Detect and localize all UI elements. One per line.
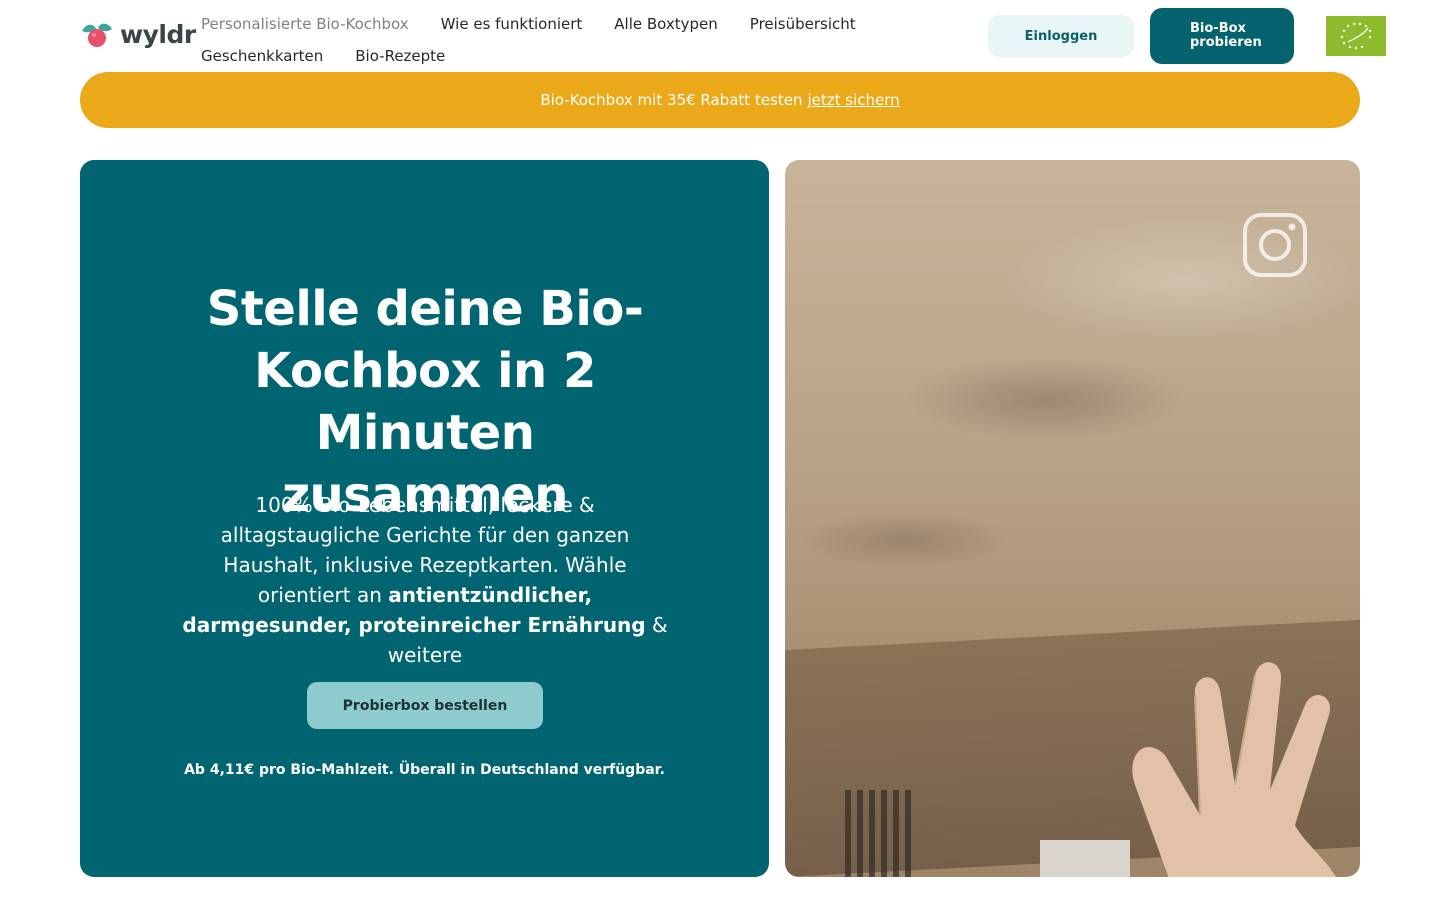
nav-item-box-types[interactable]: Alle Boxtypen xyxy=(614,15,718,33)
nav-item-personalized-box[interactable]: Personalisierte Bio-Kochbox xyxy=(201,15,409,33)
logo[interactable]: wyldr xyxy=(80,20,196,49)
box-barcode xyxy=(845,790,915,877)
hero-subtitle: 100% Bio-Lebensmittel, leckere & alltags… xyxy=(180,490,670,670)
unboxing-video[interactable] xyxy=(785,160,1360,877)
eu-organic-badge xyxy=(1326,16,1386,56)
eu-organic-leaf-icon xyxy=(1340,22,1372,50)
hand-image xyxy=(1132,662,1337,877)
order-trial-box-button[interactable]: Probierbox bestellen xyxy=(307,682,543,729)
main-navigation: Personalisierte Bio-Kochbox Wie es funkt… xyxy=(201,8,901,72)
promo-text: Bio-Kochbox mit 35€ Rabatt testen xyxy=(540,91,803,109)
hero-panel: Stelle deine Bio-Kochbox in 2 Minuten zu… xyxy=(80,160,769,877)
hero-subtitle-highlight: antientzündlicher, darmgesunder, protein… xyxy=(182,583,646,637)
nav-item-how-it-works[interactable]: Wie es funktioniert xyxy=(441,15,583,33)
promo-link[interactable]: jetzt sichern xyxy=(807,91,899,109)
instagram-icon[interactable] xyxy=(1242,212,1308,278)
login-button[interactable]: Einloggen xyxy=(988,15,1134,57)
hero-title: Stelle deine Bio-Kochbox in 2 Minuten zu… xyxy=(206,281,644,523)
nav-item-recipes[interactable]: Bio-Rezepte xyxy=(355,47,445,65)
try-box-button[interactable]: Bio-Box probieren xyxy=(1150,8,1294,64)
hero-footnote: Ab 4,11€ pro Bio-Mahlzeit. Überall in De… xyxy=(184,762,665,778)
brand-name: wyldr xyxy=(120,20,196,49)
try-box-label-line1: Bio-Box xyxy=(1190,21,1246,36)
leaf-berry-logo-icon xyxy=(82,23,112,47)
promo-banner: Bio-Kochbox mit 35€ Rabatt testen jetzt … xyxy=(80,72,1360,128)
try-box-label-line2: probieren xyxy=(1190,35,1262,50)
nav-item-pricing[interactable]: Preisübersicht xyxy=(750,15,856,33)
nav-item-gift-cards[interactable]: Geschenkkarten xyxy=(201,47,323,65)
